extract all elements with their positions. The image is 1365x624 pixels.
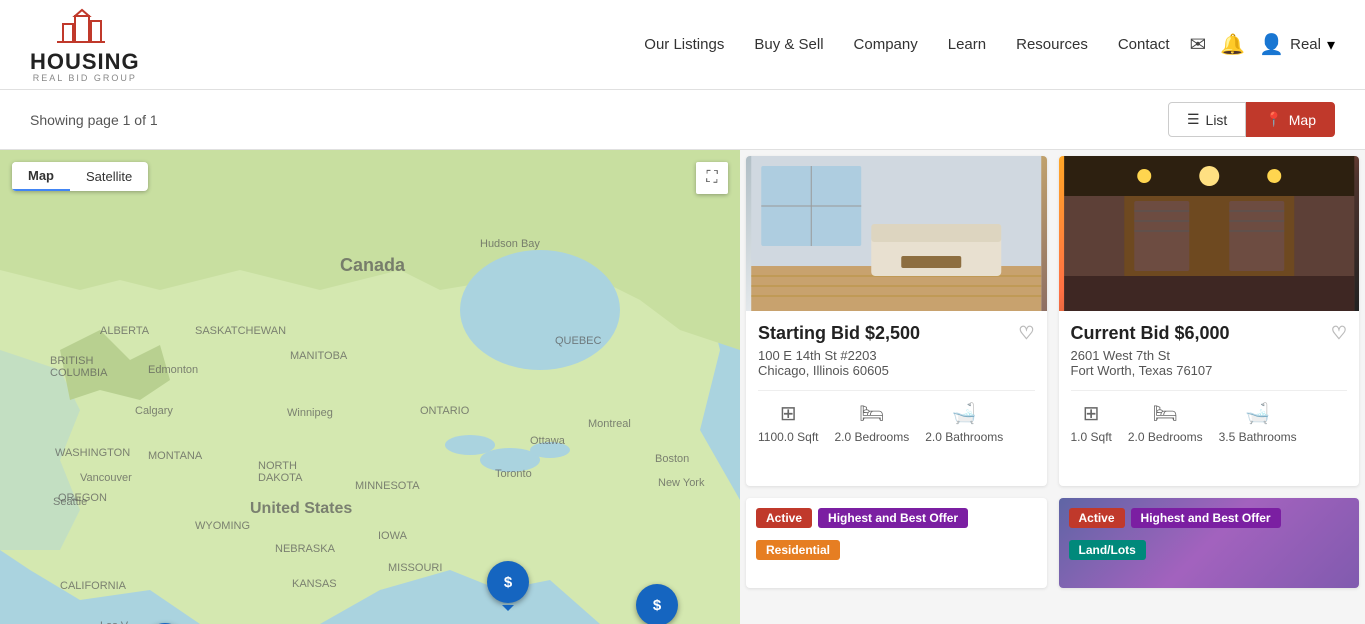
bed-label-1: 2.0 Bedrooms — [835, 430, 910, 444]
main-nav: Our Listings Buy & Sell Company Learn Re… — [644, 36, 1169, 53]
header-icons: ✉ 🔔 👤 Real ▾ — [1190, 32, 1335, 57]
bath-label-1: 2.0 Bathrooms — [925, 430, 1003, 444]
logo-sub: REAL BID GROUP — [33, 73, 137, 83]
listing-city-1: Chicago, Illinois 60605 — [758, 363, 1035, 378]
main-content: Canada Hudson Bay United States ALBERTA … — [0, 150, 1365, 624]
listings-panel: Starting Bid $2,500 ♡ 100 E 14th St #220… — [740, 150, 1365, 624]
map-type-satellite[interactable]: Satellite — [70, 162, 148, 191]
bath-stat-2: 🛁 3.5 Bathrooms — [1219, 401, 1297, 444]
view-toggle: ☰ List 📍 Map — [1168, 102, 1335, 137]
bed-icon-1: 🛏 — [859, 401, 884, 426]
map-pin-1[interactable]: $ — [487, 561, 529, 603]
listing-card-1: Starting Bid $2,500 ♡ 100 E 14th St #220… — [746, 156, 1047, 486]
map-area[interactable]: Canada Hudson Bay United States ALBERTA … — [0, 150, 740, 624]
listing-img-1 — [746, 156, 1047, 311]
hbo-badge-1: Highest and Best Offer — [818, 508, 968, 528]
nav-company[interactable]: Company — [854, 36, 918, 53]
bell-icon[interactable]: 🔔 — [1220, 32, 1245, 57]
nav-resources[interactable]: Resources — [1016, 36, 1088, 53]
badge-row-1: Active Highest and Best Offer — [746, 498, 1047, 538]
page-info: Showing page 1 of 1 — [30, 112, 158, 128]
sqft-stat-1: ⊞ 1100.0 Sqft — [758, 401, 819, 444]
nav-our-listings[interactable]: Our Listings — [644, 36, 724, 53]
sub-badge-row-1: Residential — [746, 538, 1047, 570]
bottom-card-2-content: Active Highest and Best Offer Land/Lots — [1059, 498, 1360, 588]
favorite-btn-1[interactable]: ♡ — [1018, 323, 1034, 344]
bid-amount-1: Starting Bid $2,500 — [758, 323, 920, 344]
active-badge-1: Active — [756, 508, 812, 528]
map-type-toggle: Map Satellite — [12, 162, 148, 191]
bottom-card-1-content: Active Highest and Best Offer Residentia… — [746, 498, 1047, 588]
dropdown-icon: ▾ — [1327, 35, 1335, 55]
bath-icon-2: 🛁 — [1245, 401, 1270, 426]
logo[interactable]: HOUSING REAL BID GROUP — [30, 6, 140, 83]
sub-badge-row-2: Land/Lots — [1059, 538, 1360, 570]
map-pin-2[interactable]: $ — [636, 584, 678, 624]
active-badge-2: Active — [1069, 508, 1125, 528]
hbo-badge-2: Highest and Best Offer — [1131, 508, 1281, 528]
list-icon: ☰ — [1187, 111, 1200, 128]
listing-bid-1: Starting Bid $2,500 ♡ — [758, 323, 1035, 344]
nav-learn[interactable]: Learn — [948, 36, 986, 53]
bath-stat-1: 🛁 2.0 Bathrooms — [925, 401, 1003, 444]
nav-buy-sell[interactable]: Buy & Sell — [754, 36, 823, 53]
expand-icon: ⛶ — [706, 169, 717, 187]
listing-body-2: Current Bid $6,000 ♡ 2601 West 7th St Fo… — [1059, 311, 1360, 456]
listing-address-2: 2601 West 7th St — [1071, 348, 1348, 363]
map-label: Map — [1289, 112, 1316, 128]
bed-stat-1: 🛏 2.0 Bedrooms — [835, 401, 910, 444]
bath-icon-1: 🛁 — [952, 401, 977, 426]
sqft-label-1: 1100.0 Sqft — [758, 430, 819, 444]
mail-icon[interactable]: ✉ — [1190, 32, 1207, 57]
logo-icon — [55, 6, 115, 51]
map-type-map[interactable]: Map — [12, 162, 70, 191]
listing-city-2: Fort Worth, Texas 76107 — [1071, 363, 1348, 378]
user-name: Real — [1290, 36, 1321, 53]
sqft-icon-2: ⊞ — [1083, 401, 1100, 426]
map-view-button[interactable]: 📍 Map — [1246, 102, 1335, 137]
listing-address-1: 100 E 14th St #2203 — [758, 348, 1035, 363]
bed-icon-2: 🛏 — [1153, 401, 1178, 426]
listing-img-2 — [1059, 156, 1360, 311]
map-canvas: Canada Hudson Bay United States ALBERTA … — [0, 150, 740, 624]
sqft-icon-1: ⊞ — [780, 401, 797, 426]
listing-body-1: Starting Bid $2,500 ♡ 100 E 14th St #220… — [746, 311, 1047, 456]
list-label: List — [1206, 112, 1228, 128]
user-menu[interactable]: 👤 Real ▾ — [1259, 32, 1335, 57]
type-badge-1: Residential — [756, 540, 840, 560]
listing-bid-2: Current Bid $6,000 ♡ — [1071, 323, 1348, 344]
listing-card-2: Current Bid $6,000 ♡ 2601 West 7th St Fo… — [1059, 156, 1360, 486]
sqft-label-2: 1.0 Sqft — [1071, 430, 1112, 444]
nav-contact[interactable]: Contact — [1118, 36, 1170, 53]
bath-label-2: 3.5 Bathrooms — [1219, 430, 1297, 444]
listing-card-3: Active Highest and Best Offer Residentia… — [746, 498, 1047, 588]
listing-stats-2: ⊞ 1.0 Sqft 🛏 2.0 Bedrooms 🛁 3.5 Bathroom… — [1071, 390, 1348, 444]
favorite-btn-2[interactable]: ♡ — [1331, 323, 1347, 344]
sqft-stat-2: ⊞ 1.0 Sqft — [1071, 401, 1112, 444]
bed-label-2: 2.0 Bedrooms — [1128, 430, 1203, 444]
map-icon: 📍 — [1265, 111, 1282, 128]
user-icon: 👤 — [1259, 32, 1284, 57]
bid-amount-2: Current Bid $6,000 — [1071, 323, 1230, 344]
listing-stats-1: ⊞ 1100.0 Sqft 🛏 2.0 Bedrooms 🛁 2.0 Bathr… — [758, 390, 1035, 444]
listing-card-4: Active Highest and Best Offer Land/Lots — [1059, 498, 1360, 588]
list-view-button[interactable]: ☰ List — [1168, 102, 1246, 137]
toolbar: Showing page 1 of 1 ☰ List 📍 Map — [0, 90, 1365, 150]
type-badge-2: Land/Lots — [1069, 540, 1146, 560]
map-expand-button[interactable]: ⛶ — [696, 162, 728, 194]
badge-row-2: Active Highest and Best Offer — [1059, 498, 1360, 538]
bottom-badges-2: Active Highest and Best Offer Land/Lots — [1059, 498, 1360, 570]
header: HOUSING REAL BID GROUP Our Listings Buy … — [0, 0, 1365, 90]
logo-text: HOUSING — [30, 51, 140, 73]
bed-stat-2: 🛏 2.0 Bedrooms — [1128, 401, 1203, 444]
